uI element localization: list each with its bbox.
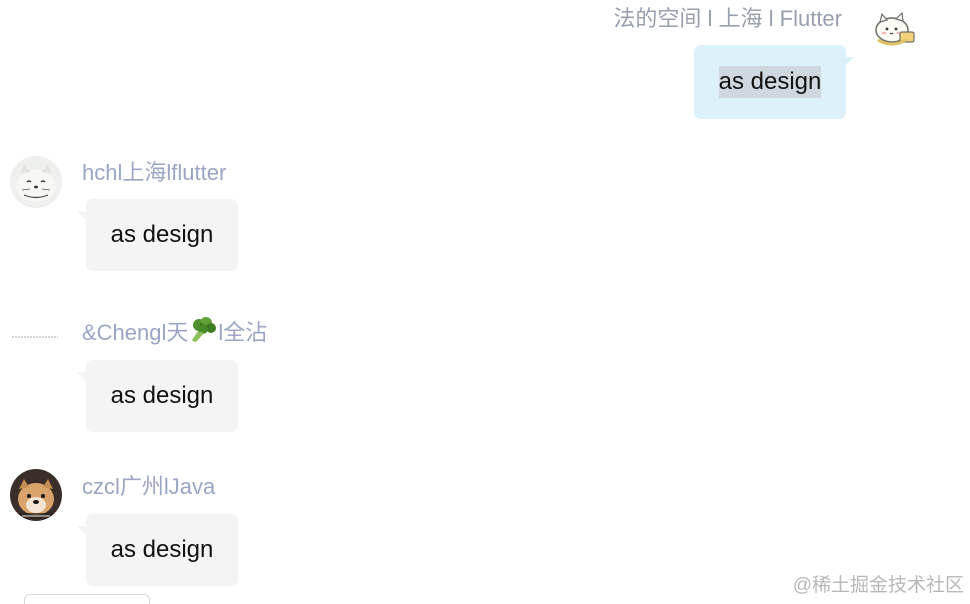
watermark: @稀土掘金技术社区 xyxy=(792,575,964,596)
blank-avatar-icon xyxy=(10,312,62,364)
sender-name-prefix: &Chengl天 xyxy=(82,320,189,345)
broccoli-icon xyxy=(192,317,217,342)
sender-name[interactable]: hchl上海lflutter xyxy=(82,158,226,188)
bubble-tail xyxy=(77,211,87,221)
message-bubble[interactable]: as design xyxy=(77,199,238,271)
input-box-partial[interactable] xyxy=(24,594,150,604)
self-sender-name: 法的空间 l 上海 l Flutter xyxy=(613,6,842,31)
sender-name[interactable]: czcl广州lJava xyxy=(82,472,215,502)
cat-avatar-icon xyxy=(10,156,62,208)
avatar[interactable] xyxy=(10,156,62,208)
message-text: as design xyxy=(110,221,214,248)
bubble-tail xyxy=(77,526,87,536)
bubble-tail xyxy=(844,57,854,67)
self-avatar[interactable] xyxy=(872,8,920,48)
bubble-tail xyxy=(77,372,87,382)
avatar[interactable] xyxy=(10,469,62,521)
chat-screen: 法的空间 l 上海 l Flutter as design hchl上海lflu… xyxy=(0,0,970,604)
message-bubble[interactable]: as design xyxy=(77,514,238,586)
sender-name-suffix: l全沾 xyxy=(218,320,268,345)
avatar[interactable] xyxy=(10,312,62,364)
sender-name[interactable]: &Chengl天 l全沾 xyxy=(82,316,267,348)
self-message-bubble[interactable]: as design xyxy=(694,45,854,119)
message-text: as design xyxy=(110,536,214,563)
message-bubble[interactable]: as design xyxy=(77,360,238,432)
dog-avatar-icon xyxy=(10,469,62,521)
self-message-text: as design xyxy=(718,66,822,98)
cat-sticker-icon xyxy=(875,11,915,46)
message-text: as design xyxy=(110,382,214,409)
